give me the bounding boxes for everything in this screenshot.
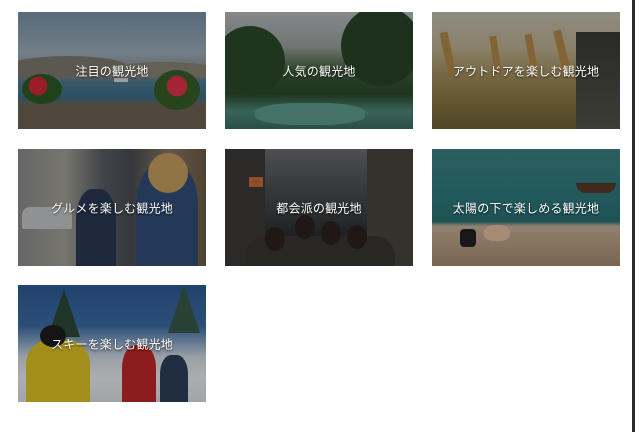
card-label: 注目の観光地: [75, 64, 149, 78]
destination-card-popular[interactable]: 人気の観光地: [225, 12, 413, 129]
destination-card-outdoor[interactable]: アウトドアを楽しむ観光地: [432, 12, 620, 129]
destination-card-featured[interactable]: 注目の観光地: [18, 12, 206, 129]
destination-card-sunshine[interactable]: 太陽の下で楽しめる観光地: [432, 149, 620, 266]
card-label: スキーを楽しむ観光地: [50, 337, 173, 351]
card-label: 太陽の下で楽しめる観光地: [452, 201, 600, 215]
card-label: グルメを楽しむ観光地: [50, 201, 173, 215]
destination-card-ski[interactable]: スキーを楽しむ観光地: [18, 285, 206, 402]
destination-card-gourmet[interactable]: グルメを楽しむ観光地: [18, 149, 206, 266]
card-label: 人気の観光地: [282, 64, 356, 78]
destination-card-urban[interactable]: 都会派の観光地: [225, 149, 413, 266]
card-label: 都会派の観光地: [276, 201, 362, 215]
card-label: アウトドアを楽しむ観光地: [452, 64, 600, 78]
